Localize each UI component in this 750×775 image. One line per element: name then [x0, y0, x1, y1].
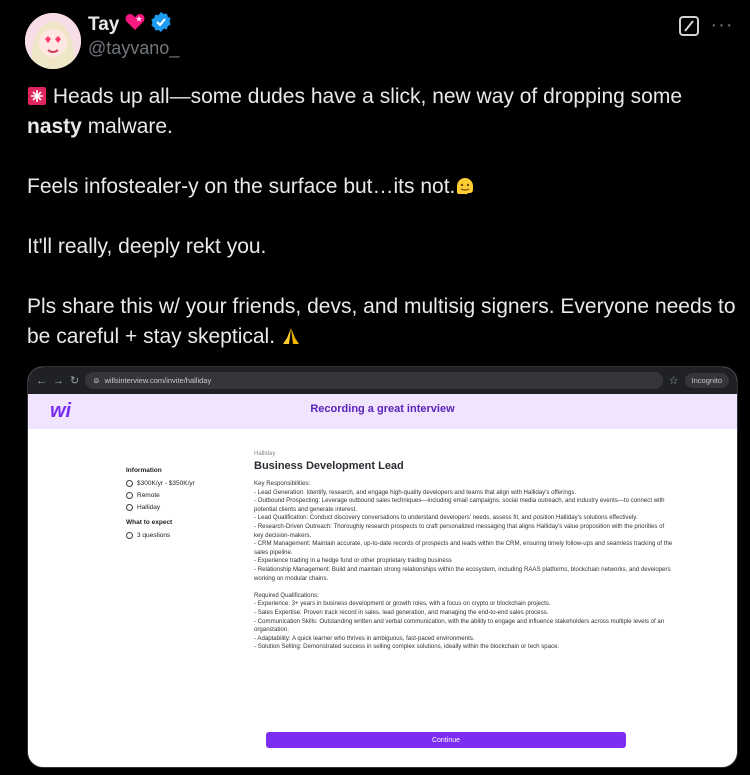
job-description-line: - Lead Qualification: Conduct discovery …: [254, 514, 638, 522]
job-info-panel: Information $300K/yr - $350K/yr Remote H…: [126, 467, 246, 544]
post-paragraph: It'll really, deeply rekt you.: [27, 235, 267, 258]
site-header: wi Recording a great interview: [28, 394, 737, 429]
attached-image[interactable]: ← → ↻ ⊜ willsinterview.com/invite/hallid…: [27, 366, 738, 768]
company-icon: [126, 504, 133, 511]
job-description-line: - Research-Driven Outreach: Thoroughly r…: [254, 522, 665, 539]
siren-emoji-icon: [27, 85, 47, 105]
post-paragraph: Pls share this w/ your friends, devs, an…: [27, 295, 736, 348]
bookmark-star-icon: ☆: [668, 375, 679, 387]
heart-icon: [125, 13, 145, 36]
job-description-line: Key Responsibilities:: [254, 480, 311, 487]
salary-icon: [126, 480, 133, 487]
info-heading: Information: [126, 467, 162, 474]
verified-badge-icon[interactable]: [151, 12, 171, 37]
job-title: Business Development Lead: [254, 460, 404, 472]
back-arrow-icon: ←: [36, 374, 47, 387]
job-description-line: - CRM Management: Maintain accurate, up-…: [254, 540, 673, 556]
job-description-line: - Communication Skills: Outstanding writ…: [254, 617, 665, 634]
more-options-icon[interactable]: ···: [711, 14, 733, 36]
browser-toolbar: ← → ↻ ⊜ willsinterview.com/invite/hallid…: [28, 367, 737, 394]
job-description-line: - Experience: 3+ years in business devel…: [254, 600, 551, 608]
reload-icon: ↻: [70, 375, 80, 387]
melting-face-emoji-icon: [455, 175, 475, 195]
job-description-line: - Relationship Management: Build and mai…: [254, 565, 671, 582]
url-text: willsinterview.com/invite/halliday: [104, 376, 212, 385]
job-company: Halliday: [254, 451, 276, 457]
address-bar: ⊜ willsinterview.com/invite/halliday: [85, 372, 663, 389]
forward-arrow-icon: →: [53, 374, 64, 387]
site-header-title: Recording a great interview: [310, 403, 455, 415]
job-description-line: Required Qualifications:: [254, 591, 319, 599]
post-paragraph: Heads up all—some dudes have a slick, ne…: [27, 85, 683, 138]
job-description-line: - Experience trading in a hedge fund or …: [254, 557, 452, 565]
lock-icon: ⊜: [93, 376, 100, 385]
display-name[interactable]: Tay: [88, 14, 119, 36]
job-description-line: [254, 583, 674, 592]
location-icon: [126, 492, 133, 499]
expect-heading: What to expect: [126, 519, 173, 526]
location: Remote: [137, 492, 160, 499]
post-paragraph: Feels infostealer-y on the surface but…i…: [27, 172, 742, 202]
incognito-badge: Incognito: [684, 373, 729, 388]
job-description-line: - Outbound Prospecting: Leverage outboun…: [254, 497, 665, 513]
job-description: Halliday Business Development Lead Key R…: [254, 451, 674, 652]
company: Halliday: [137, 504, 161, 511]
job-description-line: - Lead Generation: Identify, research, a…: [254, 488, 577, 496]
salary: $300K/yr - $350K/yr: [137, 480, 195, 487]
job-description-line: - Adaptability: A quick learner who thri…: [254, 634, 475, 642]
job-description-line: - Solution Selling: Demonstrated success…: [254, 643, 560, 651]
job-description-line: - Sales Expertise: Proven track record i…: [254, 608, 549, 616]
author-name-row: Tay: [88, 12, 171, 37]
avatar[interactable]: [25, 13, 81, 69]
praying-hands-emoji-icon: [281, 325, 301, 345]
post-text: Heads up all—some dudes have a slick, ne…: [27, 82, 742, 382]
handle[interactable]: @tayvano_: [88, 38, 179, 59]
grok-icon[interactable]: [679, 16, 699, 36]
job-body: Key Responsibilities: - Lead Generation: …: [254, 480, 674, 652]
question-icon: [126, 532, 133, 539]
question-count: 3 questions: [137, 532, 171, 539]
continue-button[interactable]: Continue: [266, 732, 626, 748]
